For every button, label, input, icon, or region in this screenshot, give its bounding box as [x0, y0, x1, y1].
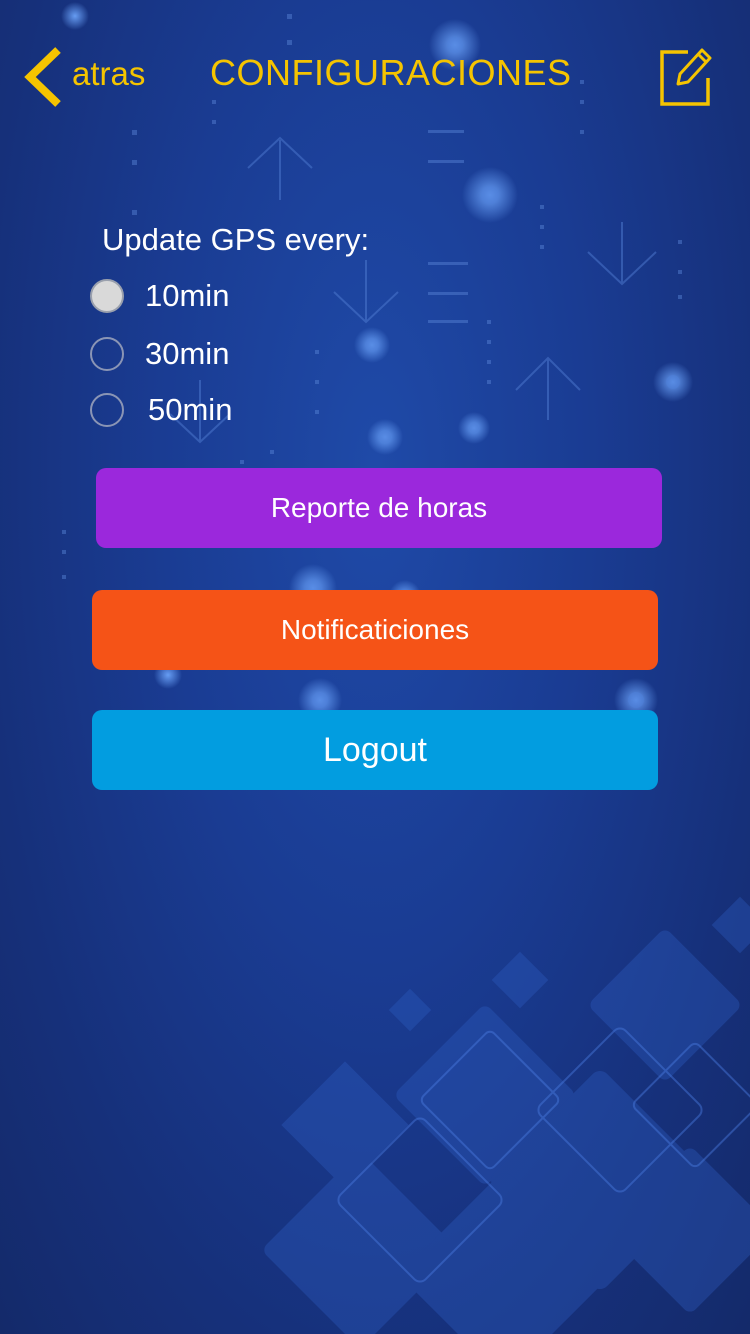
page-title: CONFIGURACIONES: [210, 52, 572, 93]
notificaciones-button[interactable]: Notificaticiones: [92, 590, 658, 670]
radio-label: 10min: [145, 278, 230, 313]
gps-update-label: Update GPS every:: [102, 222, 370, 257]
chevron-left-icon: [24, 47, 61, 107]
back-label: atras: [72, 55, 146, 92]
logout-button[interactable]: Logout: [92, 710, 658, 790]
radio-label: 30min: [145, 336, 230, 371]
header-bar: atras CONFIGURACIONES: [0, 0, 750, 150]
radio-option-50min[interactable]: 50min: [90, 390, 232, 430]
radio-unchecked-icon[interactable]: [90, 393, 124, 427]
reporte-de-horas-button[interactable]: Reporte de horas: [96, 468, 662, 548]
back-button[interactable]: atras: [22, 46, 145, 108]
radio-option-30min[interactable]: 30min: [90, 334, 229, 374]
radio-option-10min[interactable]: 10min: [90, 276, 229, 316]
edit-button[interactable]: [658, 44, 712, 108]
radio-checked-icon[interactable]: [90, 279, 124, 313]
radio-label: 50min: [148, 392, 233, 427]
edit-icon: [660, 48, 712, 106]
radio-unchecked-icon[interactable]: [90, 337, 124, 371]
